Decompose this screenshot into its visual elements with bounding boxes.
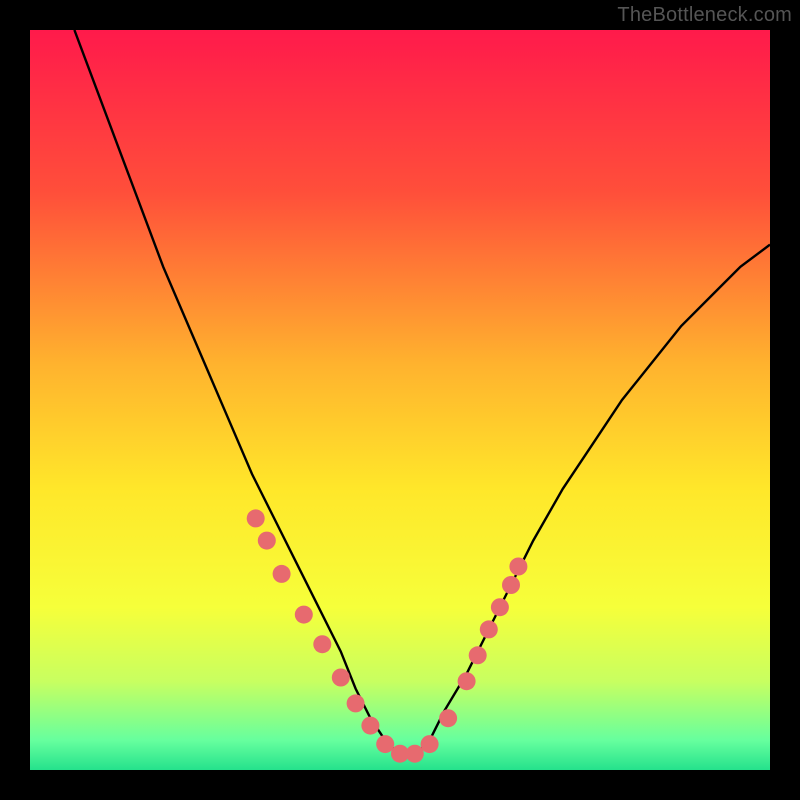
- highlight-dot: [406, 745, 424, 763]
- highlight-dot: [509, 558, 527, 576]
- watermark-text: TheBottleneck.com: [617, 4, 792, 27]
- highlight-dot: [247, 509, 265, 527]
- chart-frame: TheBottleneck.com: [0, 0, 800, 800]
- highlight-dot: [502, 576, 520, 594]
- highlight-dot: [295, 606, 313, 624]
- highlight-dot: [313, 635, 331, 653]
- highlight-dot: [332, 669, 350, 687]
- highlight-dot: [439, 709, 457, 727]
- highlight-dot: [347, 694, 365, 712]
- highlight-dot: [258, 532, 276, 550]
- gradient-background: [30, 30, 770, 770]
- highlight-dot: [361, 717, 379, 735]
- highlight-dot: [480, 620, 498, 638]
- highlight-dot: [458, 672, 476, 690]
- plot-area: [30, 30, 770, 770]
- highlight-dot: [421, 735, 439, 753]
- highlight-dot: [491, 598, 509, 616]
- highlight-dot: [376, 735, 394, 753]
- bottleneck-chart: [30, 30, 770, 770]
- highlight-dot: [273, 565, 291, 583]
- highlight-dot: [469, 646, 487, 664]
